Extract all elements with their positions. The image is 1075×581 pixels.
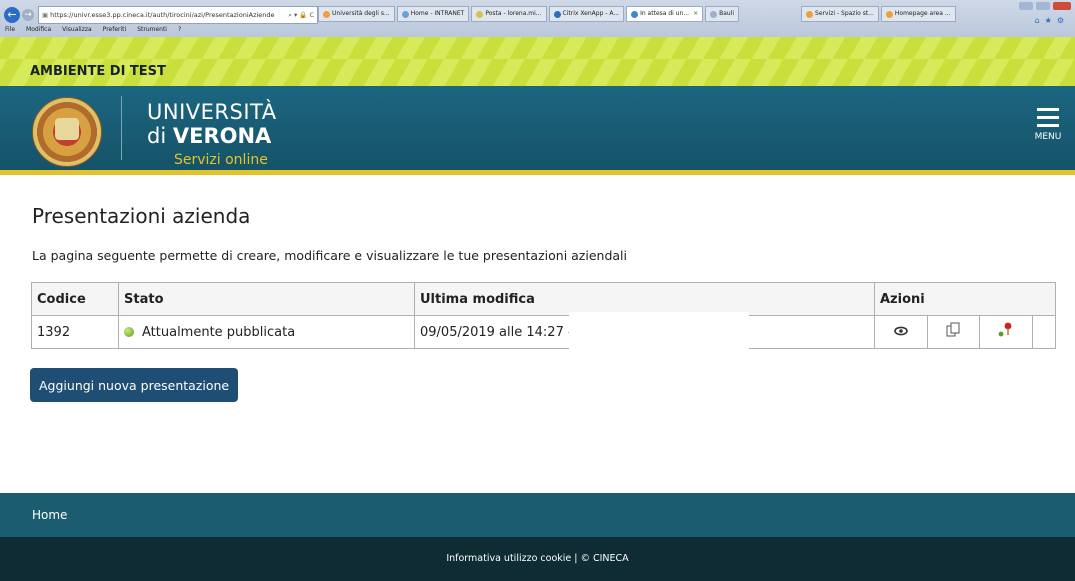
status-published-icon (124, 326, 134, 337)
back-arrow-icon[interactable]: ← (4, 7, 20, 23)
status-label: Attualmente pubblicata (142, 324, 296, 340)
university-name-prefix: di (147, 124, 167, 148)
menu-visualizza[interactable]: Visualizza (62, 26, 92, 33)
forward-arrow-icon[interactable]: → (22, 9, 34, 21)
browser-chrome: ← → ▣ https://univr.esse3.pp.cineca.it/au… (0, 0, 1075, 40)
col-header-actions: Azioni (874, 282, 1056, 316)
favicon-icon (401, 10, 409, 18)
tab-label: Bauli (719, 10, 735, 17)
header-subtitle: Servizi online (174, 152, 268, 168)
address-controls-icon[interactable]: ⌕ ▾ 🔒 C (288, 7, 317, 23)
tab-label: Università degli s... (332, 10, 390, 17)
tab-label: Posta - lorena.mi... (485, 10, 542, 17)
tab-label: In attesa di un... (640, 10, 690, 17)
menu-strumenti[interactable]: Strumenti (137, 26, 167, 33)
site-header: UNIVERSITÀ di VERONA Servizi online MENU (0, 86, 1075, 173)
close-window-icon[interactable] (1053, 2, 1071, 10)
address-url[interactable]: https://univr.esse3.pp.cineca.it/auth/ti… (50, 11, 274, 19)
table-header-row: Codice Stato Ultima modifica Azioni (31, 282, 1056, 316)
menu-modifica[interactable]: Modifica (26, 26, 51, 33)
university-name-line2: di VERONA (147, 124, 271, 148)
table-row: 1392 Attualmente pubblicata 09/05/2019 a… (31, 315, 1056, 349)
test-banner-label: AMBIENTE DI TEST (30, 64, 166, 79)
presentations-table: Codice Stato Ultima modifica Azioni 1392… (31, 282, 1056, 349)
address-bar[interactable]: ▣ https://univr.esse3.pp.cineca.it/auth/t… (38, 6, 318, 24)
cell-empty (1031, 315, 1056, 349)
favicon-icon (553, 10, 561, 18)
page-icon: ▣ (42, 11, 49, 19)
col-header-status: Stato (118, 282, 415, 316)
maximize-icon[interactable] (1036, 2, 1050, 10)
menu-preferiti[interactable]: Preferiti (103, 26, 127, 33)
tab-label: Homepage area ... (894, 10, 951, 17)
favicon-icon (323, 10, 330, 18)
favicon-icon (710, 10, 718, 18)
browser-tab-active[interactable]: In attesa di un... × (626, 6, 704, 22)
header-divider (121, 96, 122, 160)
footer-nav: Home (0, 493, 1075, 537)
cell-code: 1392 (31, 315, 119, 349)
redaction-box (569, 312, 749, 353)
favicon-icon (885, 10, 893, 18)
browser-tab[interactable]: Università degli s... (318, 6, 395, 22)
test-environment-banner: AMBIENTE DI TEST (0, 59, 1075, 86)
page-title: Presentazioni azienda (32, 204, 251, 228)
col-header-modified: Ultima modifica (414, 282, 875, 316)
footer-bottom: Informativa utilizzo cookie | © CINECA (0, 537, 1075, 581)
eye-icon[interactable] (893, 326, 908, 336)
browser-tab[interactable]: Home - INTRANET (396, 6, 470, 22)
menu-button[interactable]: MENU (1033, 108, 1063, 142)
footer-cookie-info[interactable]: Informativa utilizzo cookie | © CINECA (0, 537, 1075, 581)
view-action[interactable] (874, 315, 928, 349)
favicon-icon (806, 10, 814, 18)
tab-label: Citrix XenApp - A... (562, 10, 620, 17)
close-tab-icon[interactable]: × (693, 6, 698, 22)
cell-status: Attualmente pubblicata (118, 315, 415, 349)
add-presentation-button[interactable]: Aggiungi nuova presentazione (30, 368, 239, 402)
footer-home-link[interactable]: Home (32, 508, 67, 522)
favicon-icon (476, 10, 484, 18)
tab-strip: Università degli s... Home - INTRANET Po… (318, 6, 956, 22)
window-controls (1019, 2, 1071, 10)
menu-label: MENU (1034, 132, 1062, 142)
minimize-icon[interactable] (1019, 2, 1033, 10)
copy-icon[interactable] (945, 322, 961, 338)
hamburger-icon-bar (1037, 124, 1059, 127)
browser-tab[interactable]: Servizi - Spazio st... (801, 6, 879, 22)
university-seal-logo[interactable] (32, 97, 102, 167)
menu-file[interactable]: File (5, 26, 15, 33)
browser-tab[interactable]: Homepage area ... (880, 6, 956, 22)
header-accent-line (0, 170, 1075, 175)
university-name-line1: UNIVERSITÀ (147, 100, 277, 124)
page-description: La pagina seguente permette di creare, m… (32, 248, 627, 263)
browser-tab[interactable]: Citrix XenApp - A... (548, 6, 625, 22)
browser-tab[interactable]: Bauli (705, 6, 740, 22)
tab-label: Servizi - Spazio st... (815, 10, 874, 17)
hamburger-icon (1037, 108, 1059, 111)
menu-help[interactable]: ? (178, 26, 181, 33)
publish-toggle-icon[interactable] (997, 322, 1015, 338)
publish-action[interactable] (979, 315, 1033, 349)
browser-menubar: File Modifica Visualizza Preferiti Strumenti… (0, 23, 1075, 37)
favicon-icon (631, 10, 639, 18)
browser-tab[interactable]: Posta - lorena.mi... (471, 6, 547, 22)
university-name-bold: VERONA (172, 124, 272, 148)
copy-action[interactable] (926, 315, 980, 349)
tab-label: Home - INTRANET (410, 10, 465, 17)
hamburger-icon-bar (1037, 116, 1059, 119)
test-banner-stripe (0, 37, 1075, 59)
col-header-code: Codice (31, 282, 119, 316)
